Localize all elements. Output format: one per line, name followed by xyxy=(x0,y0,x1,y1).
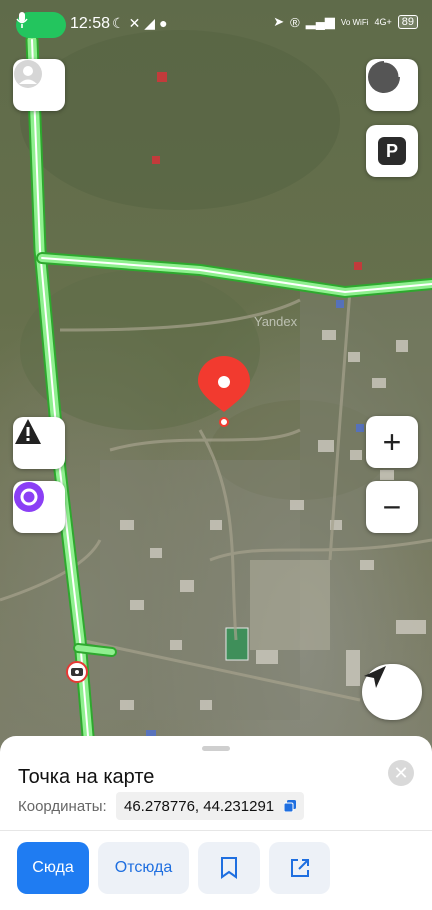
divider xyxy=(0,830,432,831)
satellite-map[interactable]: Yandex 12:58 ☾✕◢● ➤ ® ▂▄▆ Vo WiFi 4G+ 89 xyxy=(0,0,432,760)
avatar-icon xyxy=(14,60,42,88)
route-to-button[interactable]: Сюда xyxy=(17,842,89,894)
registered-icon: ® xyxy=(290,14,300,30)
close-icon: ✕ xyxy=(393,762,409,783)
place-title: Точка на карте xyxy=(18,766,155,788)
moon-icon: ☾ xyxy=(112,15,129,31)
minus-icon: − xyxy=(382,489,402,525)
shazam-icon: ● xyxy=(159,15,172,31)
status-bar: 12:58 ☾✕◢● ➤ ® ▂▄▆ Vo WiFi 4G+ 89 xyxy=(0,0,432,40)
parking-icon: P xyxy=(378,137,406,165)
spinner-icon xyxy=(368,59,402,93)
battery-indicator: 89 xyxy=(397,15,418,29)
status-icons: ☾✕◢● xyxy=(112,15,172,32)
bookmark-button[interactable] xyxy=(198,842,260,894)
4g-icon: 4G+ xyxy=(374,17,392,27)
vowifi-icon: Vo WiFi xyxy=(340,17,369,27)
copy-icon[interactable] xyxy=(284,800,297,812)
status-time: 12:58 xyxy=(70,15,111,32)
wifi-icon: ◢ xyxy=(144,15,160,31)
parking-button[interactable]: P xyxy=(366,125,418,177)
plus-icon: + xyxy=(382,424,402,460)
pin-icon xyxy=(198,356,250,427)
route-from-button[interactable]: Отсюда xyxy=(98,842,189,894)
warning-icon xyxy=(15,419,41,444)
location-arrow-icon: ➤ xyxy=(273,14,285,29)
mute-icon: ✕ xyxy=(128,15,145,31)
coordinates-value: 46.278776, 44.231291 xyxy=(124,797,275,815)
alert-button[interactable] xyxy=(13,417,65,469)
route-to-label: Сюда xyxy=(32,859,74,876)
status-right: ➤ ® ▂▄▆ Vo WiFi 4G+ 89 xyxy=(273,14,418,30)
zoom-out-button[interactable]: − xyxy=(366,481,418,533)
signal-icon: ▂▄▆ xyxy=(305,14,335,29)
zoom-in-button[interactable]: + xyxy=(366,416,418,468)
close-button[interactable]: ✕ xyxy=(388,760,414,786)
location-pin[interactable] xyxy=(198,356,250,427)
coordinates-label: Координаты: xyxy=(18,798,107,815)
alice-icon xyxy=(14,482,44,512)
route-from-label: Отсюда xyxy=(114,859,173,876)
alice-button[interactable] xyxy=(13,481,65,533)
bookmark-icon xyxy=(221,857,237,879)
loading-button[interactable] xyxy=(366,59,418,111)
mic-indicator xyxy=(16,12,66,38)
map-watermark: Yandex xyxy=(254,314,298,329)
share-icon xyxy=(290,859,309,877)
profile-button[interactable] xyxy=(13,59,65,111)
share-button[interactable] xyxy=(269,842,330,894)
place-card: Точка на карте ✕ Координаты: 46.278776, … xyxy=(0,736,432,910)
sheet-handle[interactable] xyxy=(202,746,230,751)
navigation-arrow-icon xyxy=(364,666,386,688)
mic-icon xyxy=(16,12,28,28)
locate-button[interactable] xyxy=(362,664,422,720)
coordinates-field[interactable]: 46.278776, 44.231291 xyxy=(116,792,305,820)
